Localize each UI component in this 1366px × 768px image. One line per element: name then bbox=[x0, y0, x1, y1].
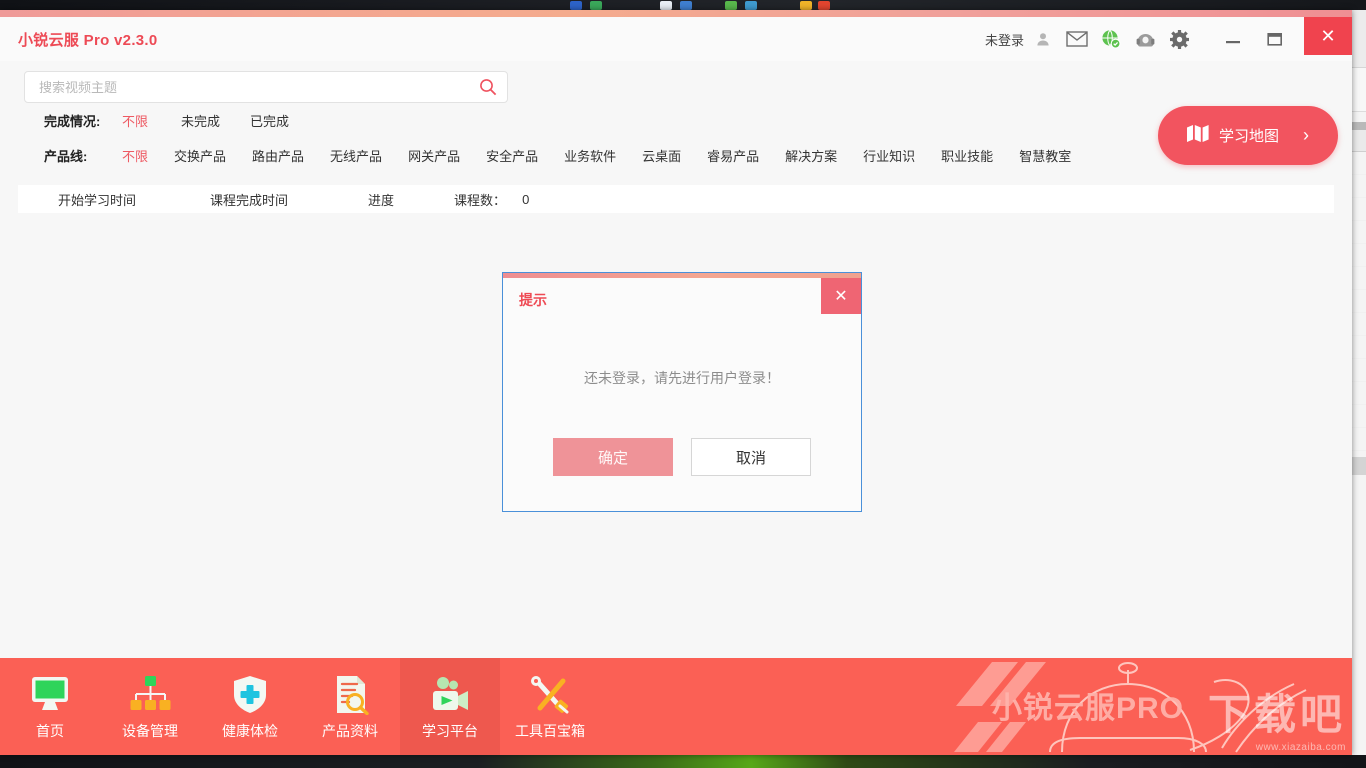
taskbar-icon bbox=[800, 1, 812, 10]
taskbar-icon bbox=[680, 1, 692, 10]
close-icon[interactable]: ✕ bbox=[821, 278, 861, 314]
taskbar-icon bbox=[660, 1, 672, 10]
nav-item-1[interactable]: 设备管理 bbox=[100, 658, 200, 755]
nav-item-label: 学习平台 bbox=[422, 722, 478, 739]
dialog-header: 提示 ✕ bbox=[503, 278, 861, 320]
nav-item-2[interactable]: 健康体检 bbox=[200, 658, 300, 755]
modal-overlay: 提示 ✕ 还未登录，请先进行用户登录！ 确定 取消 bbox=[0, 10, 1352, 755]
cancel-button[interactable]: 取消 bbox=[691, 438, 811, 476]
bottom-navigation-bar: 小锐云服PRO 下载吧 www.xiazaiba.com 首页 设备管理 健康体… bbox=[0, 658, 1352, 755]
nav-item-label: 产品资料 bbox=[322, 722, 378, 739]
login-required-dialog: 提示 ✕ 还未登录，请先进行用户登录！ 确定 取消 bbox=[502, 272, 862, 512]
site-watermark-url: www.xiazaiba.com bbox=[1255, 742, 1346, 753]
site-watermark: 下载吧 www.xiazaiba.com bbox=[1208, 681, 1346, 753]
taskbar-icon bbox=[570, 1, 582, 10]
monitor-icon bbox=[27, 673, 73, 715]
nav-item-3[interactable]: 产品资料 bbox=[300, 658, 400, 755]
taskbar-icon bbox=[818, 1, 830, 10]
site-watermark-text: 下载吧 bbox=[1207, 691, 1346, 738]
bottom-nav-items: 首页 设备管理 健康体检 产品资料 学习平台 工具百宝箱 bbox=[0, 658, 1352, 755]
shield-plus-icon bbox=[227, 673, 273, 715]
dialog-title: 提示 bbox=[519, 292, 547, 308]
application-window: 小锐云服 Pro v2.3.0 未登录 ✕ 搜索视频主题 完成情况: 不限 未完… bbox=[0, 10, 1352, 755]
video-camera-icon bbox=[427, 673, 473, 715]
nav-item-label: 首页 bbox=[36, 722, 64, 739]
desktop-taskbar-strip bbox=[0, 0, 1366, 10]
nav-item-label: 健康体检 bbox=[222, 722, 278, 739]
nav-item-0[interactable]: 首页 bbox=[0, 658, 100, 755]
nav-item-label: 工具百宝箱 bbox=[515, 722, 585, 739]
network-tree-icon bbox=[127, 673, 173, 715]
dialog-buttons: 确定 取消 bbox=[503, 438, 861, 476]
document-search-icon bbox=[327, 673, 373, 715]
nav-item-5[interactable]: 工具百宝箱 bbox=[500, 658, 600, 755]
nav-item-label: 设备管理 bbox=[122, 722, 178, 739]
tools-icon bbox=[527, 673, 573, 715]
desktop-bottom-strip bbox=[0, 755, 1366, 768]
confirm-button[interactable]: 确定 bbox=[553, 438, 673, 476]
taskbar-icon bbox=[590, 1, 602, 10]
nav-item-4[interactable]: 学习平台 bbox=[400, 658, 500, 755]
dialog-message: 还未登录，请先进行用户登录！ bbox=[584, 370, 780, 386]
taskbar-icon bbox=[745, 1, 757, 10]
taskbar-icon bbox=[725, 1, 737, 10]
